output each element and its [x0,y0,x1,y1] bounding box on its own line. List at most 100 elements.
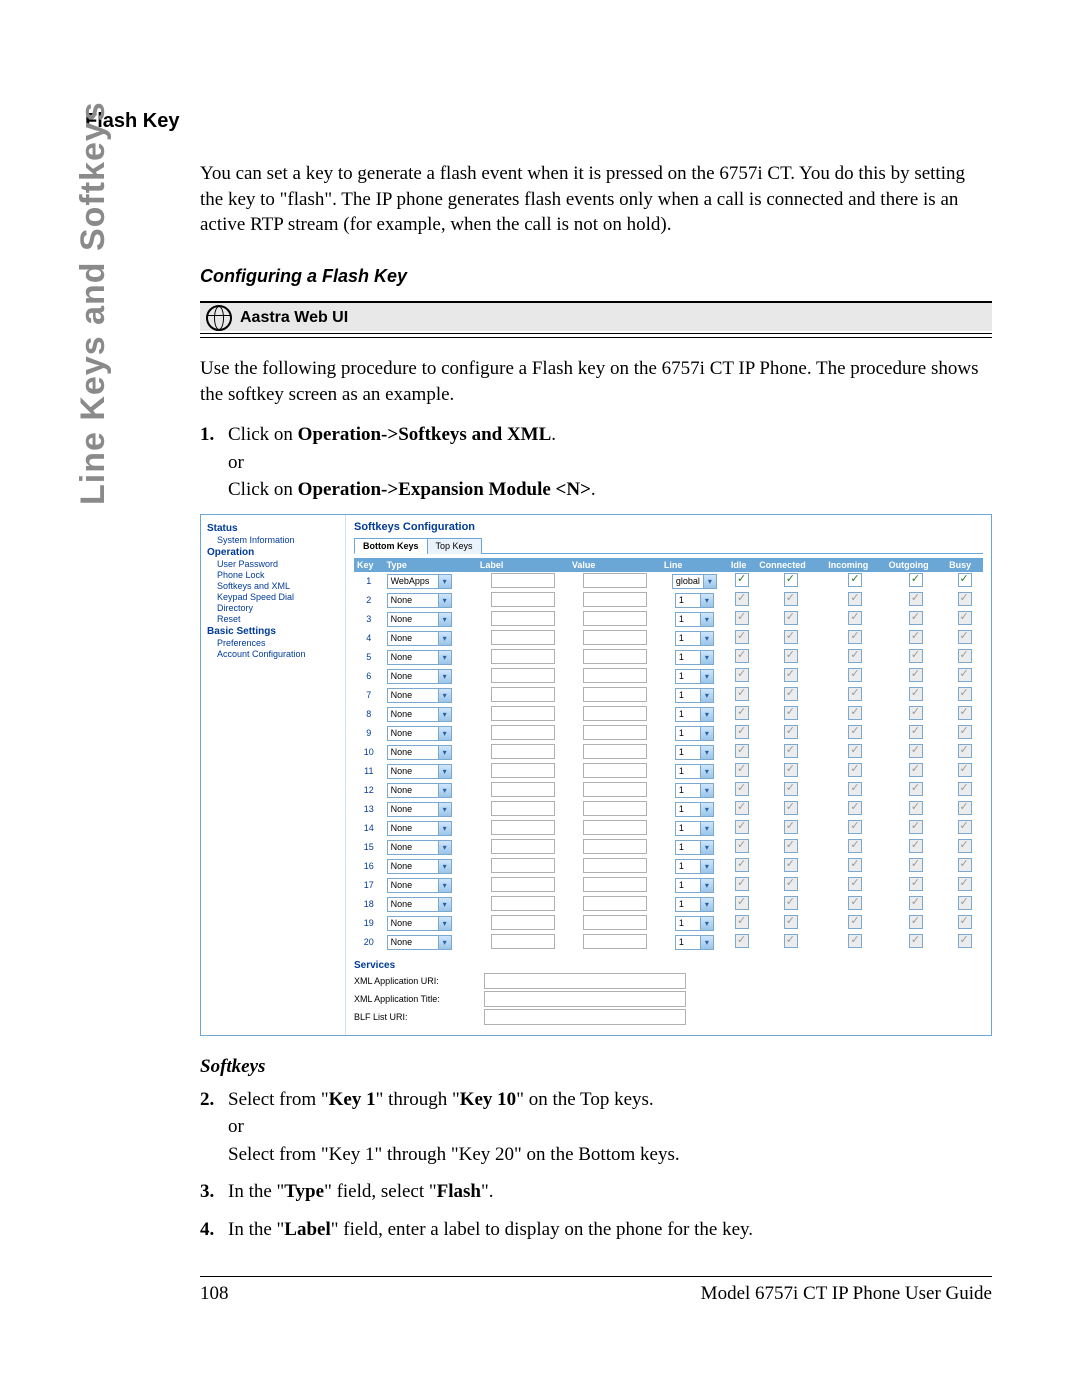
label-input[interactable] [491,592,555,607]
value-input[interactable] [583,592,647,607]
line-select[interactable]: 1▾ [675,745,714,760]
value-input[interactable] [583,858,647,873]
line-select[interactable]: 1▾ [675,707,714,722]
state-checkbox[interactable] [909,649,923,663]
line-select[interactable]: 1▾ [675,688,714,703]
label-input[interactable] [491,706,555,721]
line-select[interactable]: 1▾ [675,650,714,665]
value-input[interactable] [583,687,647,702]
state-checkbox[interactable] [784,858,798,872]
type-select[interactable]: None▾ [387,707,452,722]
value-input[interactable] [583,934,647,949]
type-select[interactable]: None▾ [387,650,452,665]
state-checkbox[interactable] [909,858,923,872]
type-select[interactable]: None▾ [387,783,452,798]
state-checkbox[interactable] [909,668,923,682]
state-checkbox[interactable] [958,896,972,910]
state-checkbox[interactable] [909,820,923,834]
value-input[interactable] [583,896,647,911]
state-checkbox[interactable] [848,820,862,834]
label-input[interactable] [491,668,555,683]
state-checkbox[interactable] [848,934,862,948]
label-input[interactable] [491,820,555,835]
label-input[interactable] [491,763,555,778]
state-checkbox[interactable] [784,782,798,796]
value-input[interactable] [583,668,647,683]
label-input[interactable] [491,725,555,740]
state-checkbox[interactable] [784,649,798,663]
state-checkbox[interactable] [848,763,862,777]
state-checkbox[interactable] [735,687,749,701]
value-input[interactable] [583,649,647,664]
state-checkbox[interactable] [909,915,923,929]
state-checkbox[interactable] [958,611,972,625]
type-select[interactable]: WebApps▾ [387,574,452,589]
state-checkbox[interactable] [784,725,798,739]
nav-sysinfo[interactable]: System Information [217,535,343,545]
label-input[interactable] [491,630,555,645]
state-checkbox[interactable] [848,630,862,644]
state-checkbox[interactable] [958,744,972,758]
state-checkbox[interactable] [848,782,862,796]
type-select[interactable]: None▾ [387,726,452,741]
state-checkbox[interactable] [958,820,972,834]
state-checkbox[interactable] [909,877,923,891]
line-select[interactable]: 1▾ [675,802,714,817]
state-checkbox[interactable] [848,744,862,758]
type-select[interactable]: None▾ [387,916,452,931]
state-checkbox[interactable] [735,934,749,948]
type-select[interactable]: None▾ [387,669,452,684]
value-input[interactable] [583,725,647,740]
state-checkbox[interactable] [958,649,972,663]
state-checkbox[interactable] [909,725,923,739]
state-checkbox[interactable] [735,706,749,720]
state-checkbox[interactable] [958,839,972,853]
label-input[interactable] [491,934,555,949]
state-checkbox[interactable] [735,573,749,587]
value-input[interactable] [583,744,647,759]
state-checkbox[interactable] [848,573,862,587]
state-checkbox[interactable] [909,630,923,644]
line-select[interactable]: 1▾ [675,916,714,931]
value-input[interactable] [583,877,647,892]
state-checkbox[interactable] [848,915,862,929]
nav-softxml[interactable]: Softkeys and XML [217,581,343,591]
state-checkbox[interactable] [958,934,972,948]
state-checkbox[interactable] [958,782,972,796]
xml-app-title-input[interactable] [484,991,686,1007]
state-checkbox[interactable] [909,839,923,853]
line-select[interactable]: 1▾ [675,726,714,741]
blf-list-uri-input[interactable] [484,1009,686,1025]
value-input[interactable] [583,839,647,854]
nav-operation[interactable]: Operation [207,547,343,558]
label-input[interactable] [491,687,555,702]
state-checkbox[interactable] [958,858,972,872]
state-checkbox[interactable] [784,611,798,625]
value-input[interactable] [583,630,647,645]
state-checkbox[interactable] [958,668,972,682]
nav-reset[interactable]: Reset [217,614,343,624]
value-input[interactable] [583,782,647,797]
value-input[interactable] [583,573,647,588]
state-checkbox[interactable] [909,763,923,777]
state-checkbox[interactable] [784,744,798,758]
state-checkbox[interactable] [958,763,972,777]
type-select[interactable]: None▾ [387,802,452,817]
state-checkbox[interactable] [909,573,923,587]
type-select[interactable]: None▾ [387,878,452,893]
state-checkbox[interactable] [735,611,749,625]
state-checkbox[interactable] [784,763,798,777]
state-checkbox[interactable] [909,592,923,606]
line-select[interactable]: 1▾ [675,764,714,779]
state-checkbox[interactable] [958,706,972,720]
nav-userpw[interactable]: User Password [217,559,343,569]
state-checkbox[interactable] [848,896,862,910]
xml-app-uri-input[interactable] [484,973,686,989]
state-checkbox[interactable] [958,725,972,739]
state-checkbox[interactable] [735,820,749,834]
value-input[interactable] [583,706,647,721]
state-checkbox[interactable] [735,858,749,872]
line-select[interactable]: global▾ [672,574,717,589]
state-checkbox[interactable] [784,839,798,853]
state-checkbox[interactable] [735,744,749,758]
